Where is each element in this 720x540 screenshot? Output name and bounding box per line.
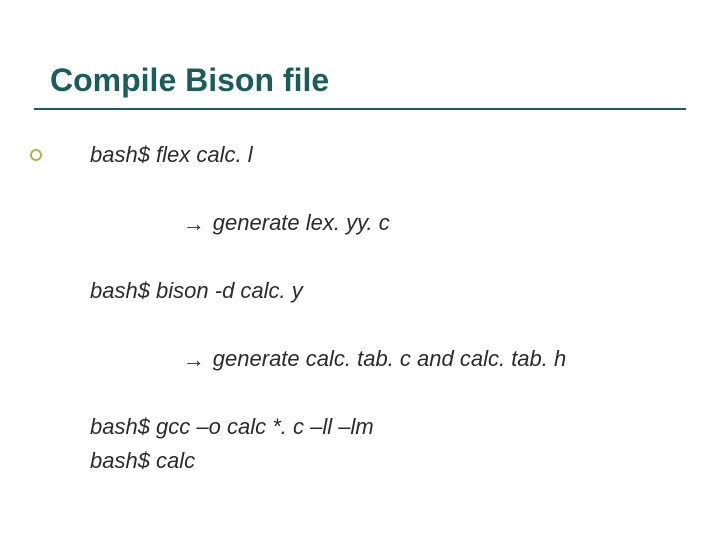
- slide-body: bash$ flex calc. l → generate lex. yy. c…: [90, 138, 680, 478]
- code-text: generate lex. yy. c: [207, 210, 390, 235]
- code-line: bash$ flex calc. l: [90, 138, 680, 172]
- code-text: generate calc. tab. c and calc. tab. h: [207, 346, 567, 371]
- slide-title: Compile Bison file: [50, 62, 329, 99]
- arrow-icon: →: [183, 343, 207, 377]
- code-line: bash$ gcc –o calc *. c –ll –lm: [90, 410, 680, 444]
- arrow-icon: →: [183, 207, 207, 241]
- code-line: bash$ calc: [90, 444, 680, 478]
- code-line: bash$ bison -d calc. y: [90, 274, 680, 308]
- slide: Compile Bison file bash$ flex calc. l → …: [0, 0, 720, 540]
- code-line: → generate lex. yy. c: [90, 172, 680, 274]
- bullet-dot-icon: [30, 149, 42, 161]
- code-line: → generate calc. tab. c and calc. tab. h: [90, 308, 680, 410]
- title-underline: [34, 108, 686, 110]
